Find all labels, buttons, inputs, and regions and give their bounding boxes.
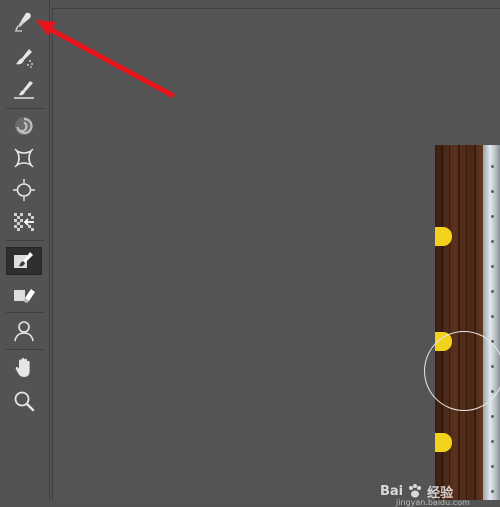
metal-pole [483, 145, 500, 500]
smudge-brush-icon [16, 49, 33, 68]
pucker-tool[interactable] [6, 144, 42, 172]
magnifier-icon [14, 391, 35, 412]
push-left-icon [14, 213, 34, 231]
paw-icon [409, 484, 422, 498]
liquify-toolbar [0, 0, 50, 500]
toolbar-separator [6, 240, 44, 241]
brush-cursor-circle [424, 331, 500, 411]
watermark-text: Bai [380, 483, 404, 499]
pucker-icon [14, 148, 34, 168]
watermark-url: jingyan.baidu.com [396, 498, 470, 507]
thaw-mask-tool[interactable] [6, 281, 42, 309]
smooth-tool[interactable] [6, 76, 42, 104]
reconstruct-tool[interactable] [6, 44, 42, 72]
zoom-tool[interactable] [6, 387, 42, 415]
eraser-icon [14, 289, 35, 303]
toolbar-separator [6, 349, 44, 350]
yellow-clip [435, 433, 452, 452]
image-preview [435, 145, 500, 500]
person-icon [14, 321, 34, 342]
twirl-tool[interactable] [6, 112, 42, 140]
hand-icon [15, 358, 30, 377]
face-tool[interactable] [6, 317, 42, 345]
toolbar-separator [6, 108, 44, 109]
preview-canvas[interactable] [52, 8, 500, 500]
forward-warp-tool[interactable] [6, 8, 42, 36]
hand-tool[interactable] [6, 354, 42, 382]
yellow-clip [435, 227, 452, 246]
toolbar-separator [6, 312, 44, 313]
brush-pen-icon [15, 12, 31, 32]
freeze-mask-icon [14, 252, 33, 268]
twirl-icon [15, 117, 33, 135]
freeze-mask-tool[interactable] [6, 247, 42, 275]
bloat-tool[interactable] [6, 176, 42, 204]
baidu-watermark: Bai 经验 jingyan.baidu.com [380, 482, 470, 507]
bloat-icon [13, 179, 35, 201]
smooth-brush-icon [14, 81, 34, 99]
push-left-tool[interactable] [6, 208, 42, 236]
